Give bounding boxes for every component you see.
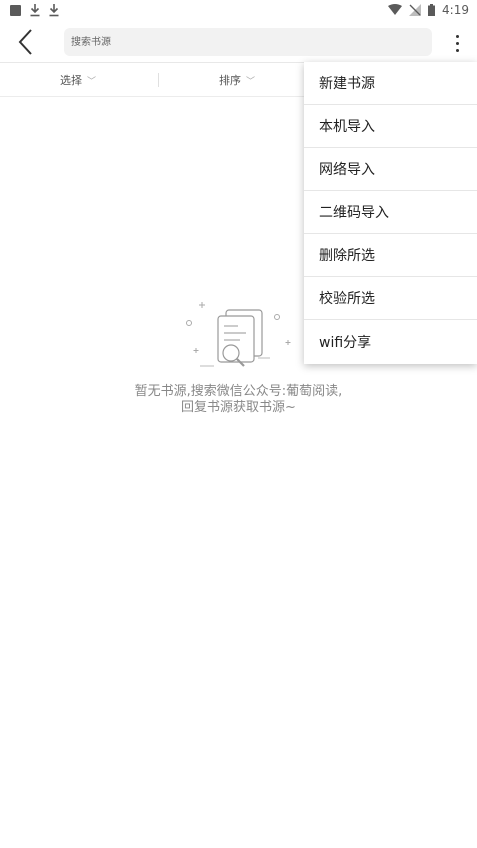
battery-icon [428, 4, 436, 16]
menu-item-label: 本机导入 [319, 119, 375, 135]
menu-item-delete-selected[interactable]: 删除所选 [304, 234, 477, 277]
menu-item-verify-selected[interactable]: 校验所选 [304, 277, 477, 320]
filter-divider [158, 73, 159, 87]
download-icon [30, 4, 40, 17]
back-button[interactable] [10, 26, 40, 58]
search-input[interactable] [64, 28, 432, 56]
menu-item-wifi-share[interactable]: wifi分享 [304, 320, 477, 363]
status-time: 4:19 [442, 3, 469, 17]
menu-item-qrcode-import[interactable]: 二维码导入 [304, 191, 477, 234]
more-dot-icon [455, 34, 459, 38]
sort-filter[interactable]: 排序 ﹀ [219, 63, 255, 97]
search-box[interactable] [64, 28, 432, 56]
menu-item-label: 校验所选 [319, 291, 375, 307]
sort-filter-label: 排序 [219, 74, 241, 87]
menu-item-network-import[interactable]: 网络导入 [304, 148, 477, 191]
menu-item-label: 新建书源 [319, 76, 375, 92]
empty-state-line-2: 回复书源获取书源~ [181, 400, 296, 415]
menu-item-label: 网络导入 [319, 162, 375, 178]
chevron-down-icon: ﹀ [246, 76, 256, 87]
more-dot-icon [455, 41, 459, 45]
empty-book-source-icon [186, 302, 291, 367]
select-filter-label: 选择 [60, 74, 82, 87]
status-left-icons [10, 3, 59, 17]
menu-item-label: 二维码导入 [319, 205, 389, 221]
empty-state-line-1: 暂无书源,搜索微信公众号:葡萄阅读, [134, 384, 343, 399]
no-signal-icon [409, 4, 422, 16]
notification-square-icon [10, 4, 21, 16]
chevron-down-icon: ﹀ [87, 76, 97, 87]
wifi-icon [388, 4, 403, 15]
status-bar: 4:19 [0, 0, 477, 22]
toolbar [0, 22, 477, 62]
more-options-button[interactable] [447, 30, 467, 56]
back-arrow-icon [18, 29, 32, 55]
menu-item-new-source[interactable]: 新建书源 [304, 62, 477, 105]
menu-item-local-import[interactable]: 本机导入 [304, 105, 477, 148]
more-dot-icon [455, 48, 459, 52]
options-menu: 新建书源 本机导入 网络导入 二维码导入 删除所选 校验所选 wifi分享 [304, 62, 477, 364]
download-icon [49, 4, 59, 17]
menu-item-label: 删除所选 [319, 248, 375, 264]
menu-item-label: wifi分享 [319, 334, 372, 351]
select-filter[interactable]: 选择 ﹀ [60, 63, 96, 97]
empty-state-message: 暂无书源,搜索微信公众号:葡萄阅读, 回复书源获取书源~ [0, 384, 477, 416]
status-right-icons: 4:19 [388, 3, 469, 17]
